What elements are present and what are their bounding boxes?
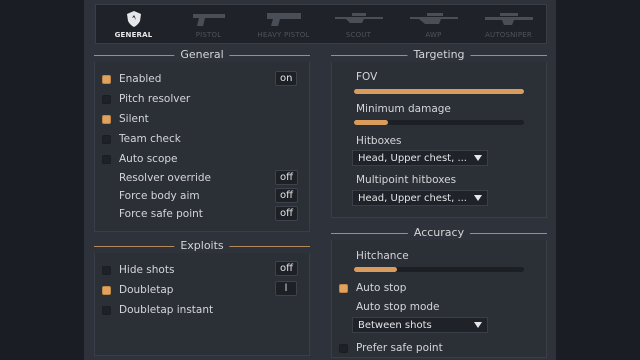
group-title: Accuracy	[407, 226, 471, 239]
hide-shots-checkbox[interactable]	[102, 266, 111, 275]
resolver-override-label: Resolver override	[119, 172, 212, 184]
auto-stop-label: Auto stop	[356, 282, 407, 294]
tab-label: GENERAL	[114, 31, 153, 39]
tab-pistol[interactable]: PISTOL	[171, 5, 246, 43]
heavy-pistol-icon	[264, 11, 304, 31]
left-backdrop	[0, 0, 84, 360]
multipoint-value: Head, Upper chest, ...	[358, 192, 467, 204]
chevron-down-icon	[474, 195, 482, 201]
min-damage-slider-fill	[354, 120, 388, 125]
pitch-resolver-label: Pitch resolver	[119, 93, 191, 105]
min-damage-slider[interactable]	[354, 120, 524, 125]
hitboxes-label: Hitboxes	[356, 135, 402, 147]
force-safe-point-label: Force safe point	[119, 208, 203, 220]
pitch-resolver-checkbox[interactable]	[102, 95, 111, 104]
enabled-checkbox[interactable]	[102, 75, 111, 84]
doubletap-label: Doubletap	[119, 284, 174, 296]
tab-label: AUTOSNIPER	[485, 31, 532, 39]
force-body-aim-label: Force body aim	[119, 190, 200, 202]
tab-label: SCOUT	[345, 31, 372, 39]
force-safe-point-keybind[interactable]: off	[275, 206, 299, 221]
auto-scope-checkbox[interactable]	[102, 155, 111, 164]
tab-awp[interactable]: AWP	[396, 5, 471, 43]
enabled-keybind[interactable]: on	[275, 71, 298, 86]
group-title: Exploits	[174, 239, 230, 252]
chevron-down-icon	[474, 155, 482, 161]
force-body-aim-keybind[interactable]: off	[275, 188, 299, 203]
auto-scope-label: Auto scope	[119, 153, 178, 165]
tab-general[interactable]: GENERAL	[96, 5, 171, 43]
doubletap-keybind[interactable]: l	[275, 281, 297, 296]
group-title: General	[174, 48, 230, 61]
tab-autosniper[interactable]: AUTOSNIPER	[471, 5, 546, 43]
min-damage-label: Minimum damage	[356, 103, 451, 115]
tab-label: HEAVY PISTOL	[257, 31, 310, 39]
multipoint-dropdown[interactable]: Head, Upper chest, ...	[352, 190, 488, 206]
hitchance-label: Hitchance	[356, 250, 409, 262]
fov-slider[interactable]	[354, 89, 524, 94]
tab-label: PISTOL	[195, 31, 222, 39]
multipoint-label: Multipoint hitboxes	[356, 174, 457, 186]
hitboxes-value: Head, Upper chest, ...	[358, 152, 467, 164]
enabled-label: Enabled	[119, 73, 162, 85]
autosniper-icon	[484, 11, 534, 31]
chevron-down-icon	[474, 322, 482, 328]
auto-stop-mode-label: Auto stop mode	[356, 301, 440, 313]
auto-stop-mode-dropdown[interactable]: Between shots	[352, 317, 488, 333]
pistol-icon	[189, 11, 229, 31]
fov-slider-fill	[354, 89, 524, 94]
shield-icon	[126, 11, 141, 31]
group-title: Targeting	[407, 48, 471, 61]
tab-label: AWP	[425, 31, 442, 39]
hide-shots-keybind[interactable]: off	[275, 261, 299, 276]
prefer-safe-point-checkbox[interactable]	[339, 344, 348, 353]
resolver-override-keybind[interactable]: off	[275, 170, 299, 185]
doubletap-instant-label: Doubletap instant	[119, 304, 214, 316]
silent-label: Silent	[119, 113, 149, 125]
fov-label: FOV	[356, 71, 378, 83]
hide-shots-label: Hide shots	[119, 264, 175, 276]
auto-stop-checkbox[interactable]	[339, 284, 348, 293]
awp-rifle-icon	[409, 11, 459, 31]
auto-stop-mode-value: Between shots	[358, 319, 432, 331]
tab-heavy-pistol[interactable]: HEAVY PISTOL	[246, 5, 321, 43]
scout-rifle-icon	[334, 11, 384, 31]
right-backdrop	[556, 0, 640, 360]
prefer-safe-point-label: Prefer safe point	[356, 342, 443, 354]
tab-scout[interactable]: SCOUT	[321, 5, 396, 43]
doubletap-checkbox[interactable]	[102, 286, 111, 295]
hitchance-slider-fill	[354, 267, 397, 272]
weapon-tab-bar: GENERAL PISTOL HEAVY PISTOL SCOUT AWP AU…	[95, 4, 547, 44]
team-check-checkbox[interactable]	[102, 135, 111, 144]
silent-checkbox[interactable]	[102, 115, 111, 124]
team-check-label: Team check	[119, 133, 181, 145]
hitboxes-dropdown[interactable]: Head, Upper chest, ...	[352, 150, 488, 166]
hitchance-slider[interactable]	[354, 267, 524, 272]
doubletap-instant-checkbox[interactable]	[102, 306, 111, 315]
